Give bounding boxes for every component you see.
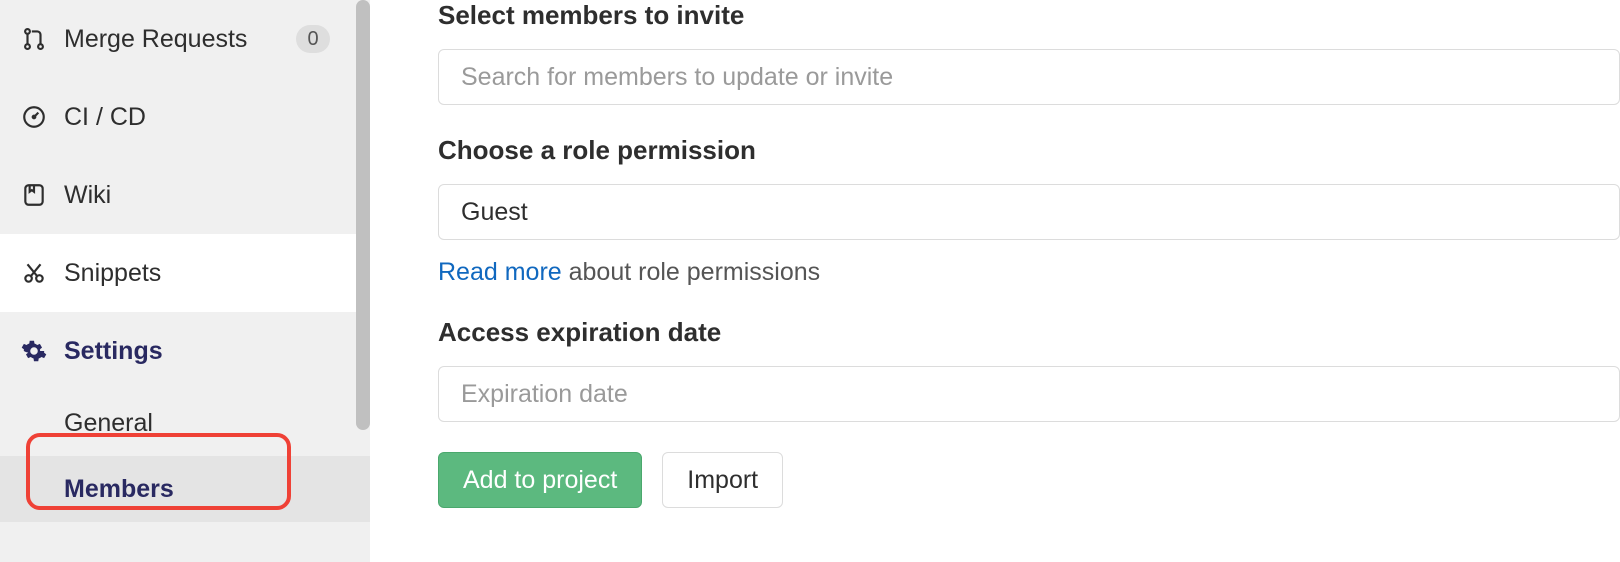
sidebar-item-label: Wiki: [64, 181, 111, 210]
sidebar-item-label: CI / CD: [64, 103, 146, 132]
sidebar-item-settings[interactable]: Settings: [0, 312, 370, 390]
scissors-icon: [20, 259, 48, 287]
role-helper-text: Read more about role permissions: [438, 258, 1620, 287]
sidebar-item-label: Settings: [64, 337, 163, 366]
sidebar-subitem-label: General: [64, 409, 153, 438]
main-content: Select members to invite Choose a role p…: [370, 0, 1620, 562]
sidebar-subitem-label: Members: [64, 475, 174, 504]
role-permission-select[interactable]: Guest: [438, 184, 1620, 240]
sidebar-item-merge-requests[interactable]: Merge Requests 0: [0, 0, 370, 78]
merge-requests-badge: 0: [296, 25, 330, 53]
role-helper-suffix: about role permissions: [562, 258, 820, 286]
sidebar-item-ci-cd[interactable]: CI / CD: [0, 78, 370, 156]
sidebar: Merge Requests 0 CI / CD Wiki: [0, 0, 370, 562]
expiration-label: Access expiration date: [438, 317, 1620, 348]
sidebar-item-wiki[interactable]: Wiki: [0, 156, 370, 234]
merge-request-icon: [20, 25, 48, 53]
search-members-input[interactable]: [438, 49, 1620, 105]
sidebar-scrollbar[interactable]: [356, 0, 370, 430]
import-button[interactable]: Import: [662, 452, 783, 508]
select-members-label: Select members to invite: [438, 0, 1620, 31]
gauge-icon: [20, 103, 48, 131]
add-to-project-button[interactable]: Add to project: [438, 452, 642, 508]
sidebar-item-label: Snippets: [64, 259, 161, 288]
book-icon: [20, 181, 48, 209]
sidebar-item-label: Merge Requests: [64, 25, 247, 54]
sidebar-subitem-general[interactable]: General: [0, 390, 370, 456]
role-permission-label: Choose a role permission: [438, 135, 1620, 166]
sidebar-item-snippets[interactable]: Snippets: [0, 234, 370, 312]
sidebar-subitem-members[interactable]: Members: [0, 456, 370, 522]
expiration-date-input[interactable]: [438, 366, 1620, 422]
read-more-link[interactable]: Read more: [438, 258, 562, 286]
gear-icon: [20, 337, 48, 365]
role-selected-value: Guest: [461, 198, 528, 227]
